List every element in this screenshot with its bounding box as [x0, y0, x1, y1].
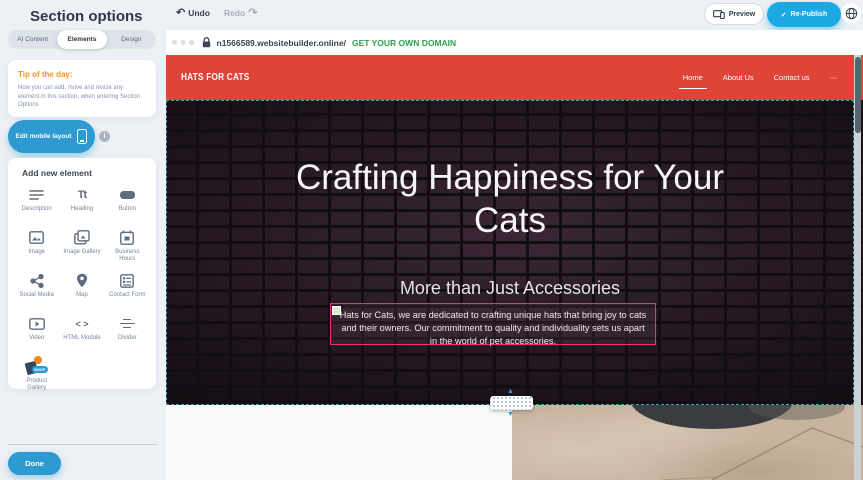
republish-button[interactable]: ✓ Re-Publish: [767, 2, 841, 27]
next-section-cat-photo[interactable]: [512, 405, 863, 480]
site-url: n1566589.websitebuilder.online/: [217, 38, 346, 48]
globe-icon: [845, 7, 858, 20]
photo-detail: [512, 405, 863, 480]
add-element-image-gallery[interactable]: Image Gallery: [59, 229, 104, 263]
hero-heading[interactable]: Crafting Happiness for Your Cats: [166, 156, 854, 242]
add-element-video[interactable]: Video: [14, 315, 59, 349]
hero-section[interactable]: Crafting Happiness for Your Cats More th…: [166, 100, 863, 405]
add-element-panel: Add new element Description Tt Heading B…: [8, 158, 156, 389]
image-icon: [29, 229, 44, 246]
lock-icon: [202, 37, 211, 48]
add-element-grid: Description Tt Heading Button Image Imag…: [14, 186, 150, 392]
browser-bar: n1566589.websitebuilder.online/ GET YOUR…: [166, 30, 863, 55]
new-badge: [34, 356, 42, 364]
contact-form-icon: [120, 272, 134, 289]
tab-elements[interactable]: Elements: [57, 30, 106, 49]
resize-up-icon: ▲: [507, 388, 514, 395]
nav-about-us[interactable]: About Us: [721, 69, 756, 86]
add-element-social-media[interactable]: Social Media: [14, 272, 59, 306]
undo-button[interactable]: ↶ Undo: [176, 6, 210, 19]
sidebar-divider: [8, 444, 157, 445]
add-element-map[interactable]: Map: [59, 272, 104, 306]
devices-icon: [713, 10, 725, 19]
map-pin-icon: [76, 272, 88, 289]
social-media-icon: [30, 272, 44, 289]
tab-design[interactable]: Design: [107, 30, 156, 49]
add-element-html-module[interactable]: < > HTML Module: [59, 315, 104, 349]
add-element-contact-form[interactable]: Contact Form: [105, 272, 150, 306]
site-nav: Home About Us Contact us ⋯: [681, 55, 839, 100]
divider-icon: [120, 315, 135, 332]
done-button[interactable]: Done: [8, 452, 61, 475]
hero-text-box-selected[interactable]: Hats for Cats, we are dedicated to craft…: [330, 303, 656, 345]
site-logo[interactable]: HATS FOR CATS: [181, 72, 249, 83]
site-header: HATS FOR CATS Home About Us Contact us ⋯: [166, 55, 863, 100]
republish-label: Re-Publish: [791, 11, 828, 18]
section-resize-handle[interactable]: ▲ ▼: [490, 396, 533, 410]
add-element-heading-item[interactable]: Tt Heading: [59, 186, 104, 220]
scrollbar-thumb[interactable]: [855, 57, 861, 133]
nav-contact-us[interactable]: Contact us: [772, 69, 812, 86]
preview-scrollbar[interactable]: [854, 55, 861, 480]
add-element-business-hours[interactable]: Business Hours: [105, 229, 150, 263]
redo-label: Redo: [224, 8, 245, 18]
add-element-image[interactable]: Image: [14, 229, 59, 263]
selection-handle[interactable]: [332, 306, 341, 315]
browser-dots-icon: [172, 40, 194, 45]
nav-home[interactable]: Home: [681, 69, 705, 86]
check-icon: ✓: [781, 11, 787, 19]
heading-icon: Tt: [78, 186, 86, 203]
add-element-divider[interactable]: Divider: [105, 315, 150, 349]
tab-ai-content[interactable]: AI Content: [8, 30, 57, 49]
history-controls: ↶ Undo Redo ↷: [176, 6, 257, 19]
redo-button[interactable]: Redo ↷: [224, 6, 257, 19]
add-element-product-gallery[interactable]: SHOP Product Gallery: [14, 358, 59, 392]
edit-mobile-layout-button[interactable]: Edit mobile layout: [8, 120, 95, 153]
redo-icon: ↷: [248, 6, 257, 19]
nav-more-icon[interactable]: ⋯: [828, 69, 840, 86]
info-icon[interactable]: i: [99, 131, 110, 142]
business-hours-icon: [120, 229, 134, 246]
add-element-button[interactable]: Button: [105, 186, 150, 220]
undo-icon: ↶: [176, 6, 185, 19]
tip-heading: Tip of the day:: [18, 70, 146, 79]
html-module-icon: < >: [75, 315, 88, 332]
video-icon: [29, 315, 45, 332]
button-icon: [120, 186, 135, 203]
add-element-heading: Add new element: [22, 168, 150, 178]
undo-label: Undo: [188, 8, 210, 18]
hero-paragraph: Hats for Cats, we are dedicated to craft…: [331, 304, 655, 348]
preview-button[interactable]: Preview: [704, 3, 764, 25]
site-preview: n1566589.websitebuilder.online/ GET YOUR…: [166, 30, 863, 480]
description-icon: [29, 186, 44, 203]
next-section-blank[interactable]: [166, 405, 512, 480]
edit-mobile-label: Edit mobile layout: [16, 133, 72, 140]
preview-label: Preview: [729, 11, 755, 18]
add-element-description[interactable]: Description: [14, 186, 59, 220]
page-title: Section options: [30, 8, 143, 25]
language-globe-button[interactable]: [841, 3, 861, 23]
resize-down-icon: ▼: [507, 411, 514, 418]
image-gallery-icon: [74, 229, 90, 246]
tip-of-the-day-card: Tip of the day: Now you can add, move an…: [8, 60, 156, 117]
shop-badge: SHOP: [32, 366, 48, 373]
get-domain-link[interactable]: GET YOUR OWN DOMAIN: [352, 38, 456, 48]
sidebar-tabs: AI Content Elements Design: [8, 30, 156, 49]
mobile-phone-icon: [77, 129, 87, 144]
tip-body: Now you can add, move and resize any ele…: [18, 84, 146, 110]
hero-subheading[interactable]: More than Just Accessories: [166, 278, 854, 299]
product-gallery-icon: SHOP: [25, 358, 49, 375]
